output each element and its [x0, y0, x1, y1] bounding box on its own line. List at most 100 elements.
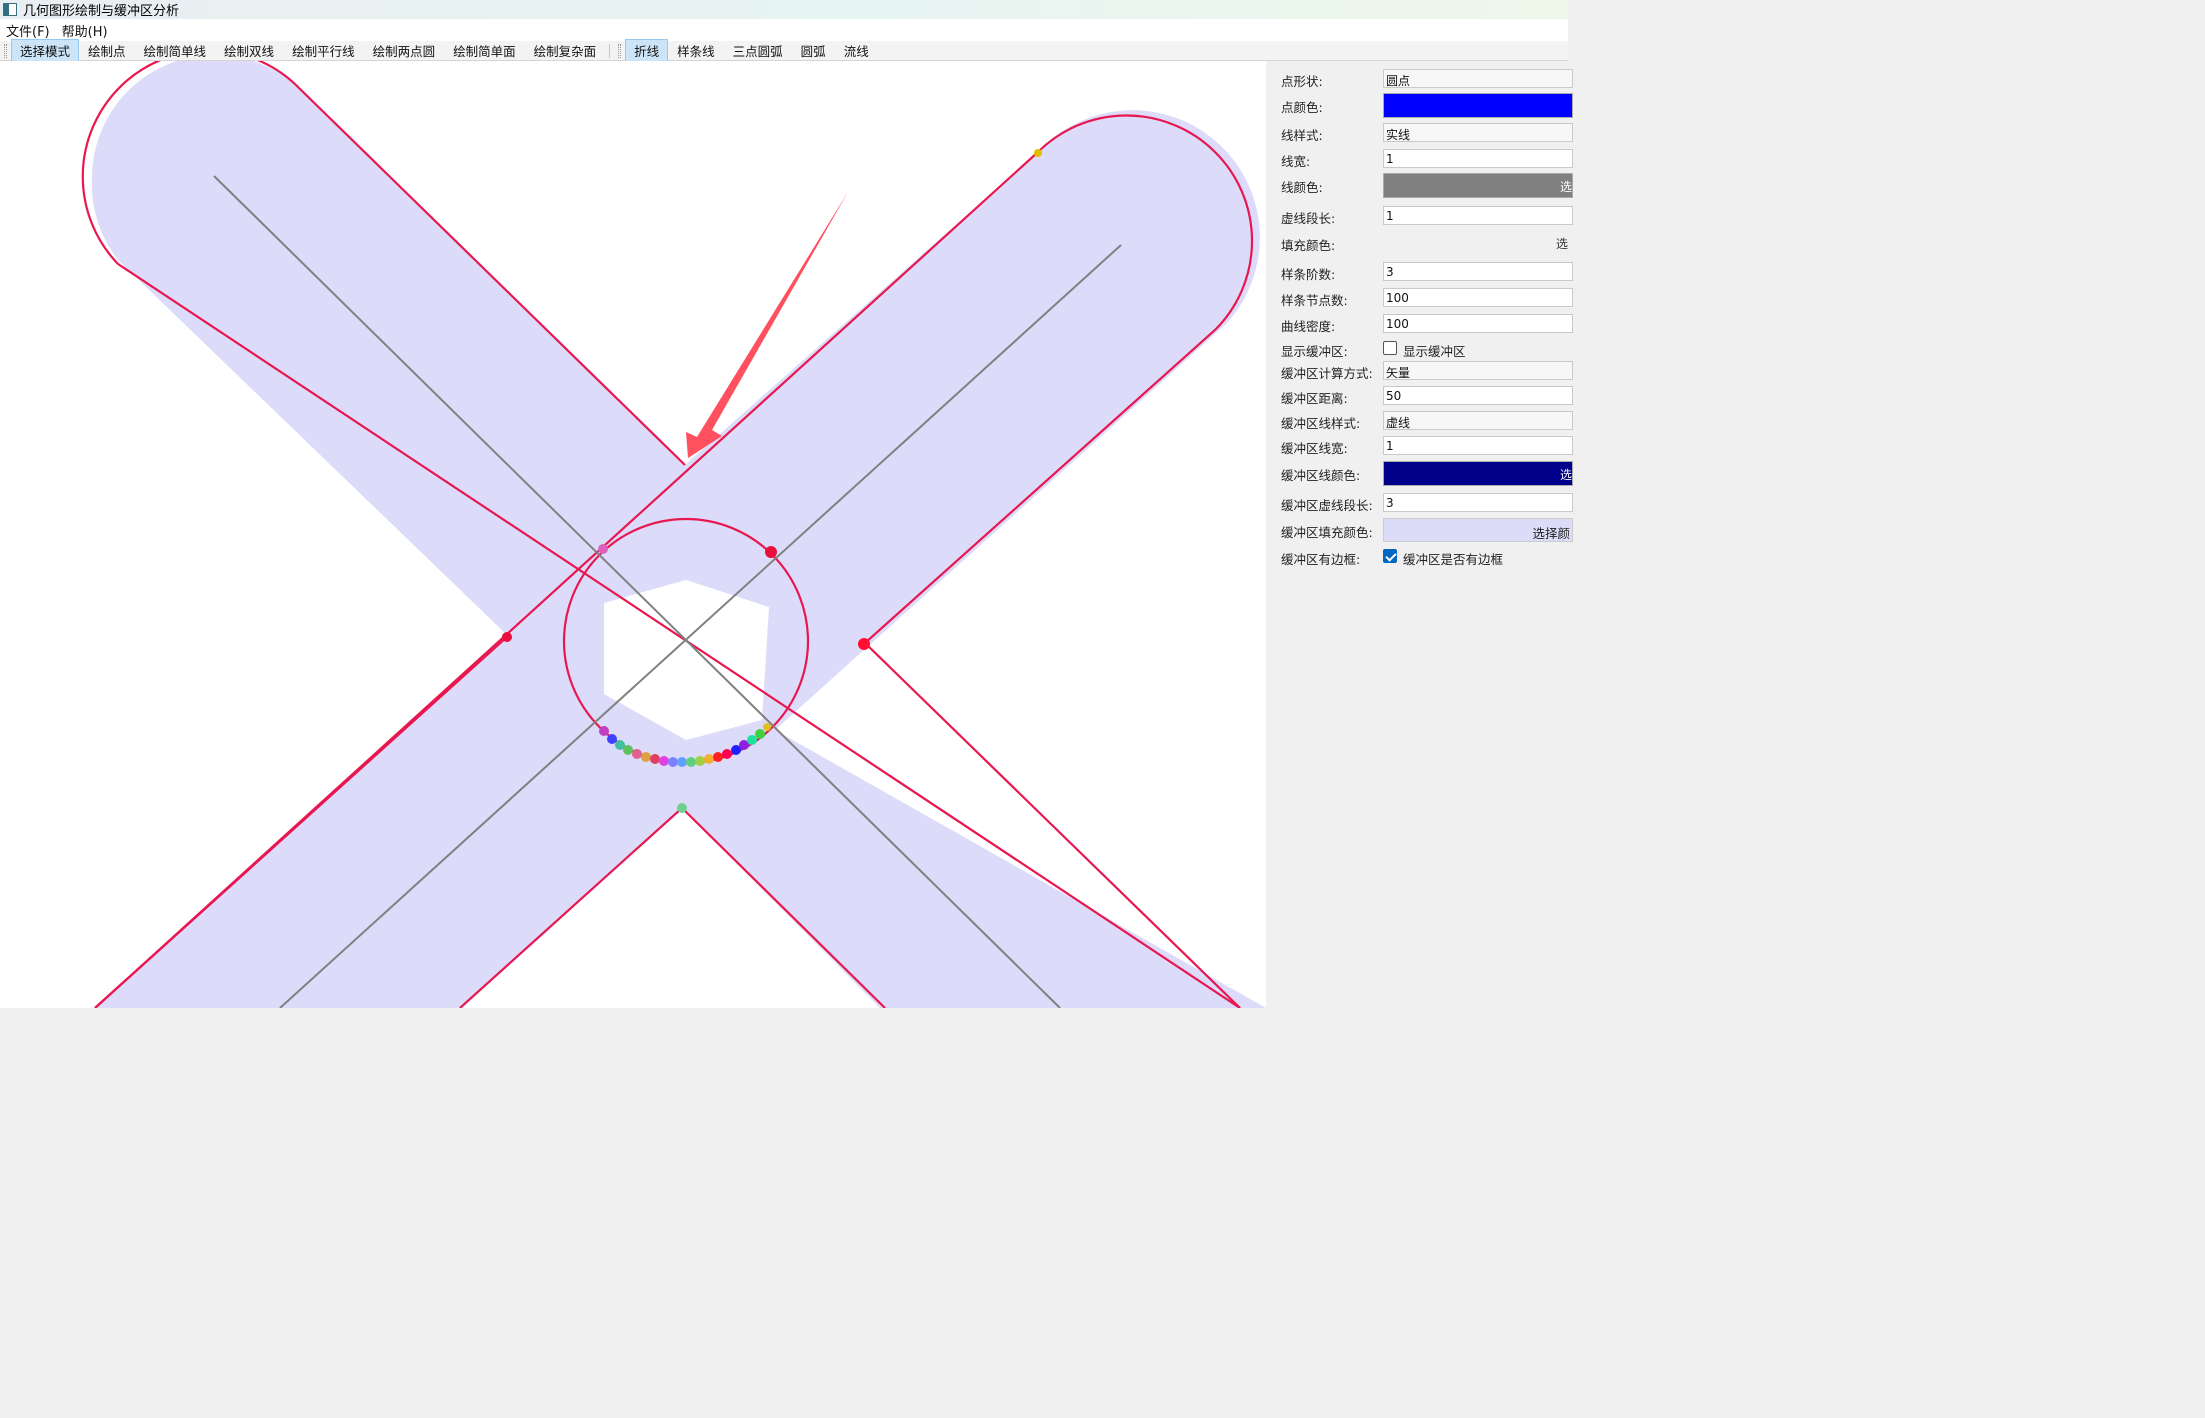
spline-knots-input[interactable]: 100 [1383, 288, 1573, 307]
spline-dot [713, 752, 723, 762]
spline-dot [632, 749, 642, 759]
buffer-polygon [91, 61, 1266, 1008]
drawing-canvas[interactable] [0, 61, 1266, 1008]
vertex-point[interactable] [765, 546, 777, 558]
buffer-distance-label: 缓冲区距离: [1281, 391, 1348, 406]
buffer-dash-length-input[interactable]: 3 [1383, 493, 1573, 512]
spline-order-label: 样条阶数: [1281, 267, 1336, 282]
menu-file[interactable]: 文件(F) [0, 21, 56, 40]
spline-dot [659, 756, 669, 766]
buffer-fill-color-button[interactable]: 选择颜 [1383, 518, 1573, 542]
point-shape-label: 点形状: [1281, 74, 1323, 89]
select-mode-button[interactable]: 选择模式 [11, 39, 80, 62]
point-color-label: 点颜色: [1281, 100, 1323, 115]
spline-dot [641, 752, 651, 762]
buffer-border-row: 缓冲区有边框: 缓冲区是否有边框 [1266, 545, 1568, 567]
property-panel: 点形状: 圆点 点颜色: 线样式: 实线 线宽: 1 线颜色: 选 虚线段长: … [1266, 61, 1573, 1008]
draw-double-line-button[interactable]: 绘制双线 [215, 39, 283, 62]
toolbar: 选择模式 绘制点 绘制简单线 绘制双线 绘制平行线 绘制两点圆 绘制简单面 绘制… [0, 39, 1568, 62]
spline-order-row: 样条阶数: 3 [1266, 260, 1573, 282]
app-icon [3, 3, 17, 16]
dash-length-input[interactable]: 1 [1383, 206, 1573, 225]
vertex-point[interactable] [677, 803, 687, 813]
spline-dot [607, 734, 617, 744]
buffer-line-width-input[interactable]: 1 [1383, 436, 1573, 455]
line-width-row: 线宽: 1 [1266, 147, 1573, 169]
polyline-button[interactable]: 折线 [625, 39, 669, 62]
buffer-line-style-row: 缓冲区线样式: 虚线 [1266, 409, 1573, 431]
buffer-line-color-button-text: 选 [1559, 468, 1572, 482]
fill-color-row: 填充颜色: 选 [1266, 231, 1568, 253]
buffer-dash-length-row: 缓冲区虚线段长: 3 [1266, 491, 1573, 513]
menu-help[interactable]: 帮助(H) [56, 21, 114, 40]
buffer-method-label: 缓冲区计算方式: [1281, 366, 1373, 381]
spline-knots-row: 样条节点数: 100 [1266, 286, 1573, 308]
buffer-border-checkbox-label[interactable]: 缓冲区是否有边框 [1403, 549, 1503, 568]
vertex-point[interactable] [598, 544, 608, 554]
point-shape-row: 点形状: 圆点 [1266, 67, 1573, 89]
draw-parallel-line-button[interactable]: 绘制平行线 [283, 39, 364, 62]
spline-dot [599, 726, 609, 736]
buffer-dash-length-label: 缓冲区虚线段长: [1281, 498, 1373, 513]
menu-bar: 文件(F) 帮助(H) [0, 19, 1568, 41]
spline-dot [763, 723, 771, 731]
dash-length-row: 虚线段长: 1 [1266, 204, 1573, 226]
spline-dot [755, 729, 765, 739]
spline-button[interactable]: 样条线 [668, 39, 724, 62]
line-style-label: 线样式: [1281, 128, 1323, 143]
curve-density-input[interactable]: 100 [1383, 314, 1573, 333]
curve-density-row: 曲线密度: 100 [1266, 312, 1573, 334]
show-buffer-checkbox-label[interactable]: 显示缓冲区 [1403, 341, 1466, 360]
toolbar-grip[interactable] [618, 43, 622, 58]
point-shape-select[interactable]: 圆点 [1383, 69, 1573, 88]
buffer-line-color-button[interactable]: 选 [1383, 461, 1573, 486]
spline-knots-label: 样条节点数: [1281, 293, 1348, 308]
buffer-border-checkbox[interactable] [1383, 549, 1397, 563]
line-width-input[interactable]: 1 [1383, 149, 1573, 168]
spline-dot [677, 757, 687, 767]
three-point-arc-button[interactable]: 三点圆弧 [724, 39, 792, 62]
point-color-button[interactable] [1383, 93, 1573, 118]
spline-order-input[interactable]: 3 [1383, 262, 1573, 281]
spline-dot [722, 749, 732, 759]
line-style-select[interactable]: 实线 [1383, 123, 1573, 142]
draw-simple-polygon-button[interactable]: 绘制简单面 [444, 39, 525, 62]
draw-point-button[interactable]: 绘制点 [79, 39, 135, 62]
arc-button[interactable]: 圆弧 [792, 39, 835, 62]
vertex-point[interactable] [1034, 149, 1042, 157]
fill-color-label: 填充颜色: [1281, 238, 1336, 253]
buffer-distance-input[interactable]: 50 [1383, 386, 1573, 405]
toolbar-grip[interactable] [4, 43, 7, 58]
buffer-fill-color-label: 缓冲区填充颜色: [1281, 525, 1373, 540]
spline-dot [747, 735, 757, 745]
show-buffer-checkbox[interactable] [1383, 341, 1397, 355]
title-bar: 几何图形绘制与缓冲区分析 [0, 0, 1568, 19]
spline-dot [704, 754, 714, 764]
buffer-line-width-row: 缓冲区线宽: 1 [1266, 434, 1573, 456]
buffer-fill-color-row: 缓冲区填充颜色: 选择颜 [1266, 518, 1573, 542]
buffer-fill-group [91, 61, 1266, 1008]
line-color-row: 线颜色: 选 [1266, 173, 1573, 198]
line-style-row: 线样式: 实线 [1266, 121, 1573, 143]
buffer-method-row: 缓冲区计算方式: 矢量 [1266, 359, 1573, 381]
spline-dot [695, 756, 705, 766]
streamline-button[interactable]: 流线 [835, 39, 878, 62]
draw-two-point-circle-button[interactable]: 绘制两点圆 [364, 39, 445, 62]
line-color-label: 线颜色: [1281, 180, 1323, 195]
vertex-point[interactable] [858, 638, 870, 650]
line-width-label: 线宽: [1281, 154, 1311, 169]
buffer-line-style-label: 缓冲区线样式: [1281, 416, 1361, 431]
draw-simple-line-button[interactable]: 绘制简单线 [135, 39, 216, 62]
vertex-point[interactable] [502, 632, 512, 642]
buffer-line-width-label: 缓冲区线宽: [1281, 441, 1348, 456]
line-color-button-text: 选 [1559, 180, 1572, 194]
buffer-line-style-select[interactable]: 虚线 [1383, 411, 1573, 430]
spline-dot [623, 745, 633, 755]
point-color-row: 点颜色: [1266, 93, 1573, 118]
fill-color-button[interactable]: 选 [1383, 235, 1568, 252]
line-color-button[interactable]: 选 [1383, 173, 1573, 198]
buffer-method-select[interactable]: 矢量 [1383, 361, 1573, 380]
draw-complex-polygon-button[interactable]: 绘制复杂面 [525, 39, 606, 62]
show-buffer-label: 显示缓冲区: [1281, 344, 1348, 359]
spline-dot [668, 757, 678, 767]
